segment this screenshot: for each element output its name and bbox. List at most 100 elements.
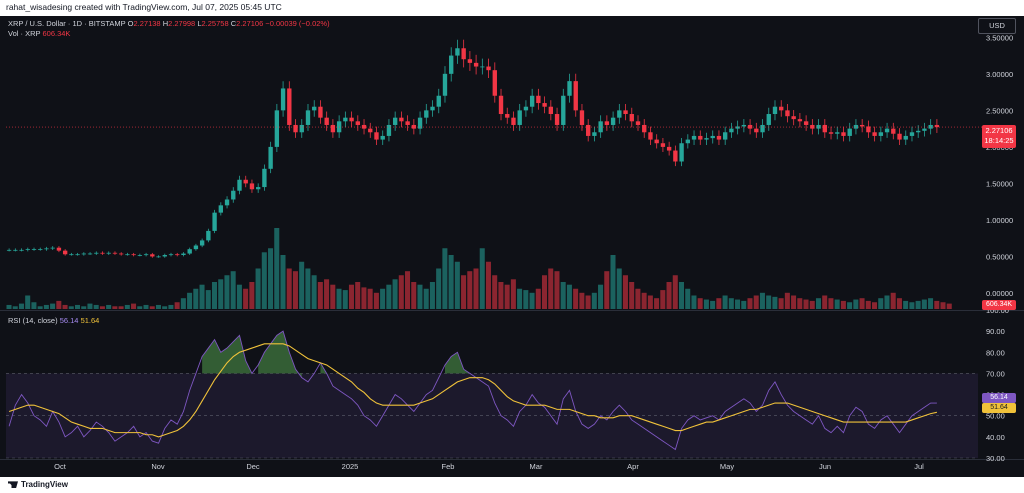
- candle-body: [791, 116, 796, 120]
- price-chart[interactable]: 0.000000.500001.000001.500002.000002.500…: [0, 0, 1024, 493]
- volume-bar: [81, 306, 87, 309]
- candle-body: [785, 110, 790, 117]
- candle-body: [399, 117, 404, 122]
- volume-bar: [554, 271, 560, 309]
- rsi-value: 56.14: [59, 316, 79, 325]
- price-axis-tick: 0.50000: [986, 252, 1013, 261]
- volume-bar: [230, 271, 236, 309]
- volume-bar: [429, 282, 435, 309]
- candle-body: [592, 132, 597, 136]
- volume-bar: [442, 248, 448, 309]
- volume-bar: [56, 300, 62, 309]
- volume-bar: [884, 295, 890, 309]
- rsi-value-tag: 56.14: [982, 393, 1016, 403]
- candle-body: [629, 114, 634, 122]
- volume-bar: [224, 275, 230, 309]
- tradingview-logo[interactable]: TradingView: [8, 480, 68, 489]
- candle-body: [69, 254, 74, 256]
- volume-bar: [236, 284, 242, 309]
- candle-body: [517, 110, 522, 125]
- candle-body: [716, 135, 722, 140]
- candle-body: [212, 212, 217, 231]
- volume-bar: [137, 306, 143, 309]
- candle-body: [654, 139, 659, 144]
- volume-bar: [218, 279, 224, 309]
- volume-bar: [691, 295, 697, 309]
- volume-bar: [37, 306, 43, 309]
- candle-body: [392, 117, 398, 125]
- candle-body: [13, 249, 18, 251]
- volume-tag: 606.34K: [982, 300, 1016, 310]
- volume-bar: [211, 282, 218, 309]
- candle-body: [175, 254, 180, 256]
- candle-body: [891, 128, 896, 134]
- volume-bar: [766, 295, 772, 309]
- volume-bar: [411, 282, 417, 309]
- candle-body: [828, 132, 834, 134]
- time-axis-tick: Jul: [914, 462, 924, 471]
- volume-bar: [305, 268, 311, 309]
- volume-bar: [299, 261, 305, 309]
- volume-bar: [828, 298, 834, 309]
- volume-bar: [809, 300, 815, 309]
- candle-body: [467, 59, 473, 63]
- rsi-axis-tick: 50.00: [986, 412, 1005, 421]
- candle-body: [249, 183, 255, 190]
- volume-bar: [199, 284, 205, 309]
- volume-bar: [255, 268, 261, 309]
- candle-body: [386, 124, 392, 136]
- candle-body: [324, 117, 329, 125]
- volume-bar: [473, 268, 479, 309]
- candle-body: [94, 252, 99, 254]
- candle-body: [741, 124, 747, 127]
- rsi-axis-tick: 40.00: [986, 433, 1005, 442]
- candle-body: [380, 135, 385, 140]
- volume-bar: [355, 282, 361, 309]
- candle-body: [218, 205, 223, 213]
- volume-bar: [791, 295, 797, 309]
- volume-bar: [722, 295, 728, 309]
- rsi-ma-tag: 51.64: [982, 403, 1016, 413]
- candle-body: [816, 124, 821, 129]
- candle-body: [44, 248, 49, 250]
- volume-bar: [523, 290, 529, 309]
- candle-body: [847, 128, 852, 136]
- candle-body: [766, 114, 771, 125]
- candle-body: [884, 128, 890, 133]
- volume-bar: [548, 268, 554, 309]
- candle-body: [349, 117, 354, 122]
- last-price-tag: 2.27106 18:14:25: [982, 125, 1016, 148]
- volume-bar: [778, 298, 784, 309]
- volume-bar: [461, 275, 467, 309]
- candle-body: [430, 106, 435, 111]
- rsi-legend: RSI (14, close) 56.14 51.64: [8, 316, 99, 325]
- volume-bar: [654, 298, 660, 309]
- volume-bar: [847, 302, 853, 309]
- volume-bar: [591, 292, 597, 309]
- candle-body: [723, 132, 728, 140]
- volume-bar: [903, 300, 909, 309]
- price-axis-tick: 3.50000: [986, 33, 1013, 42]
- volume-bar: [697, 298, 703, 309]
- candle-body: [231, 190, 236, 200]
- volume-bar: [348, 284, 354, 309]
- volume-bar: [647, 295, 653, 309]
- candle-body: [673, 150, 678, 162]
- volume-bar: [25, 295, 31, 309]
- rsi-ma-value: 51.64: [80, 316, 100, 325]
- candle-body: [561, 95, 566, 125]
- candle-body: [112, 252, 118, 254]
- candle-body: [237, 179, 242, 191]
- candle-body: [299, 124, 304, 133]
- volume-bar: [330, 284, 336, 309]
- volume-bar: [629, 282, 635, 309]
- candle-body: [193, 245, 199, 250]
- candle-body: [486, 66, 491, 71]
- time-axis-line: [0, 459, 1024, 460]
- time-axis-tick: Jun: [819, 462, 831, 471]
- time-axis-tick: Dec: [246, 462, 260, 471]
- candle-body: [81, 253, 87, 255]
- candle-body: [772, 106, 778, 115]
- candle-body: [137, 255, 143, 256]
- volume-bar: [735, 299, 741, 309]
